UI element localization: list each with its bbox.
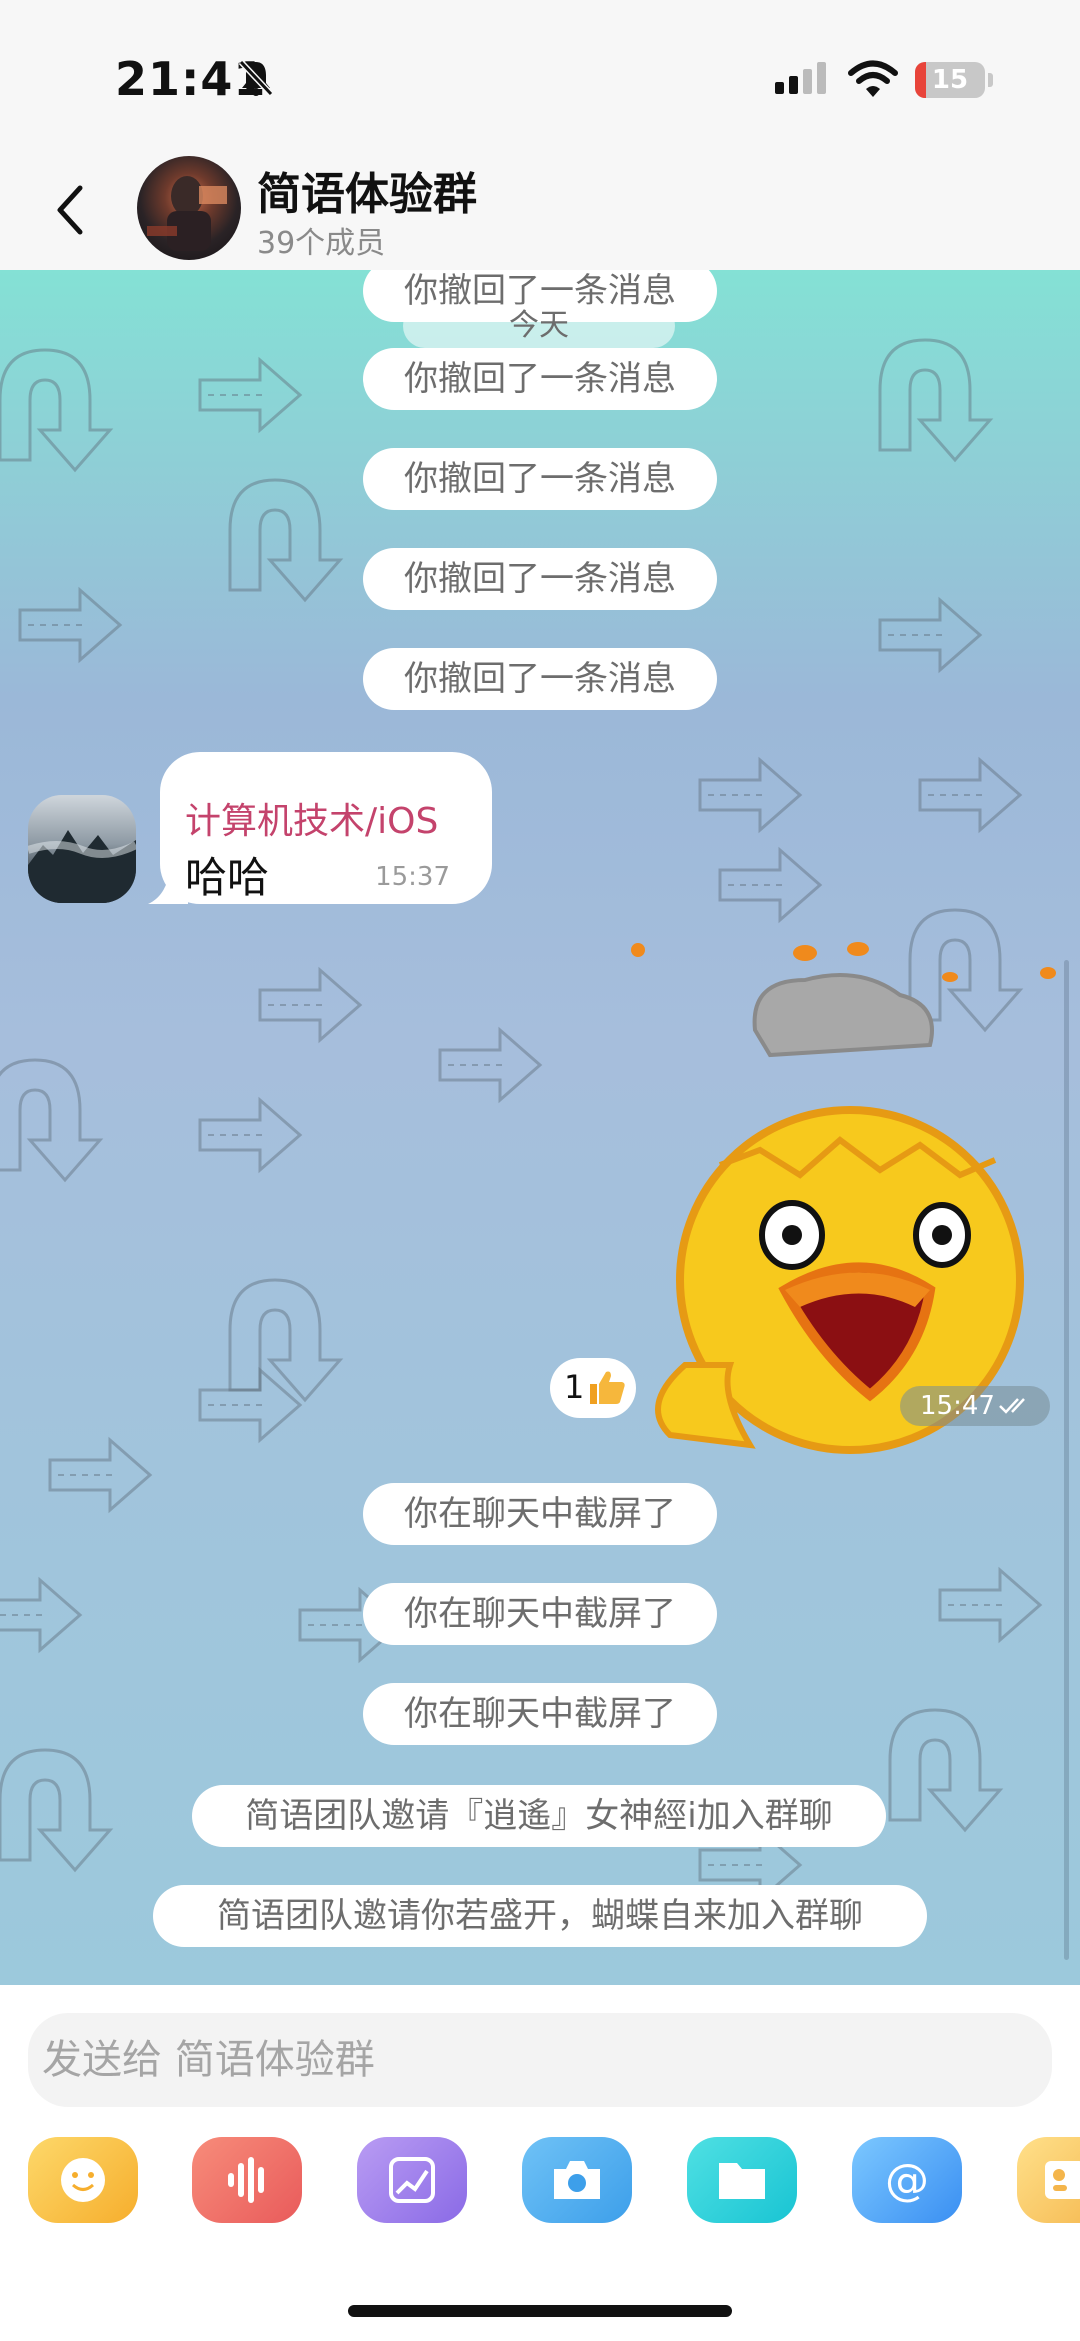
emoji-button[interactable] xyxy=(28,2137,138,2223)
invite-notice: 简语团队邀请你若盛开，蝴蝶自来加入群聊 xyxy=(153,1885,927,1947)
battery-tip xyxy=(988,73,993,87)
reaction-count: 1 xyxy=(564,1368,585,1406)
read-check-icon xyxy=(999,1398,1025,1414)
recall-notice: 你撤回了一条消息 xyxy=(363,348,717,410)
voice-icon xyxy=(228,2157,264,2203)
contact-icon xyxy=(1045,2161,1080,2199)
group-title[interactable]: 简语体验群 xyxy=(257,158,477,222)
message-text: 哈哈 xyxy=(185,853,270,902)
chat-header: 简语体验群 39个成员 xyxy=(0,140,1080,270)
message-time: 15:37 xyxy=(375,862,450,892)
screenshot-notice: 你在聊天中截屏了 xyxy=(363,1583,717,1645)
battery-percent: 15 xyxy=(931,65,969,95)
sender-name[interactable]: 计算机技术/iOS xyxy=(185,792,438,844)
recall-notice: 你撤回了一条消息 xyxy=(363,548,717,610)
member-count[interactable]: 39个成员 xyxy=(257,218,385,262)
message-bubble[interactable]: 计算机技术/iOS 哈哈 15:37 xyxy=(160,752,492,904)
back-arrow-icon[interactable] xyxy=(50,180,90,240)
mute-bell-icon xyxy=(238,59,274,97)
image-icon xyxy=(389,2157,435,2203)
emoji-icon xyxy=(61,2158,105,2202)
scrollbar[interactable] xyxy=(1064,960,1069,1960)
date-separator: 今天 xyxy=(403,304,675,348)
sticker-time: 15:47 xyxy=(920,1391,995,1421)
contact-button[interactable] xyxy=(1017,2137,1080,2223)
recall-notice: 你撤回了一条消息 xyxy=(363,448,717,510)
group-avatar[interactable] xyxy=(137,156,241,260)
status-bar: 21:41 15 xyxy=(0,0,1080,140)
screenshot-notice: 你在聊天中截屏了 xyxy=(363,1683,717,1745)
mention-icon: @ xyxy=(885,2155,929,2206)
screenshot-notice: 你在聊天中截屏了 xyxy=(363,1483,717,1545)
chat-area[interactable]: 你撤回了一条消息 今天 你撤回了一条消息 你撤回了一条消息 你撤回了一条消息 你… xyxy=(0,270,1080,1985)
recall-notice: 你撤回了一条消息 xyxy=(363,648,717,710)
voice-button[interactable] xyxy=(192,2137,302,2223)
mention-button[interactable]: @ xyxy=(852,2137,962,2223)
image-button[interactable] xyxy=(357,2137,467,2223)
folder-icon xyxy=(719,2163,765,2199)
invite-notice: 简语团队邀请『逍遙』女神經ⅰ加入群聊 xyxy=(192,1785,886,1847)
svg-text:@: @ xyxy=(885,2155,929,2206)
input-placeholder: 发送给 简语体验群 xyxy=(42,2037,375,2083)
home-indicator[interactable] xyxy=(348,2305,732,2317)
reaction-chip[interactable]: 1 xyxy=(550,1358,636,1418)
camera-icon xyxy=(554,2161,600,2199)
thumbs-up-icon xyxy=(590,1371,625,1404)
battery-indicator: 15 xyxy=(915,62,985,98)
wifi-icon xyxy=(848,60,898,97)
sender-avatar[interactable] xyxy=(28,795,136,903)
sticker-time-badge: 15:47 xyxy=(900,1386,1050,1426)
cellular-signal-icon xyxy=(775,62,826,94)
file-button[interactable] xyxy=(687,2137,797,2223)
composer: 发送给 简语体验群 @ xyxy=(0,1985,1080,2341)
camera-button[interactable] xyxy=(522,2137,632,2223)
message-input[interactable]: 发送给 简语体验群 xyxy=(28,2013,1052,2107)
